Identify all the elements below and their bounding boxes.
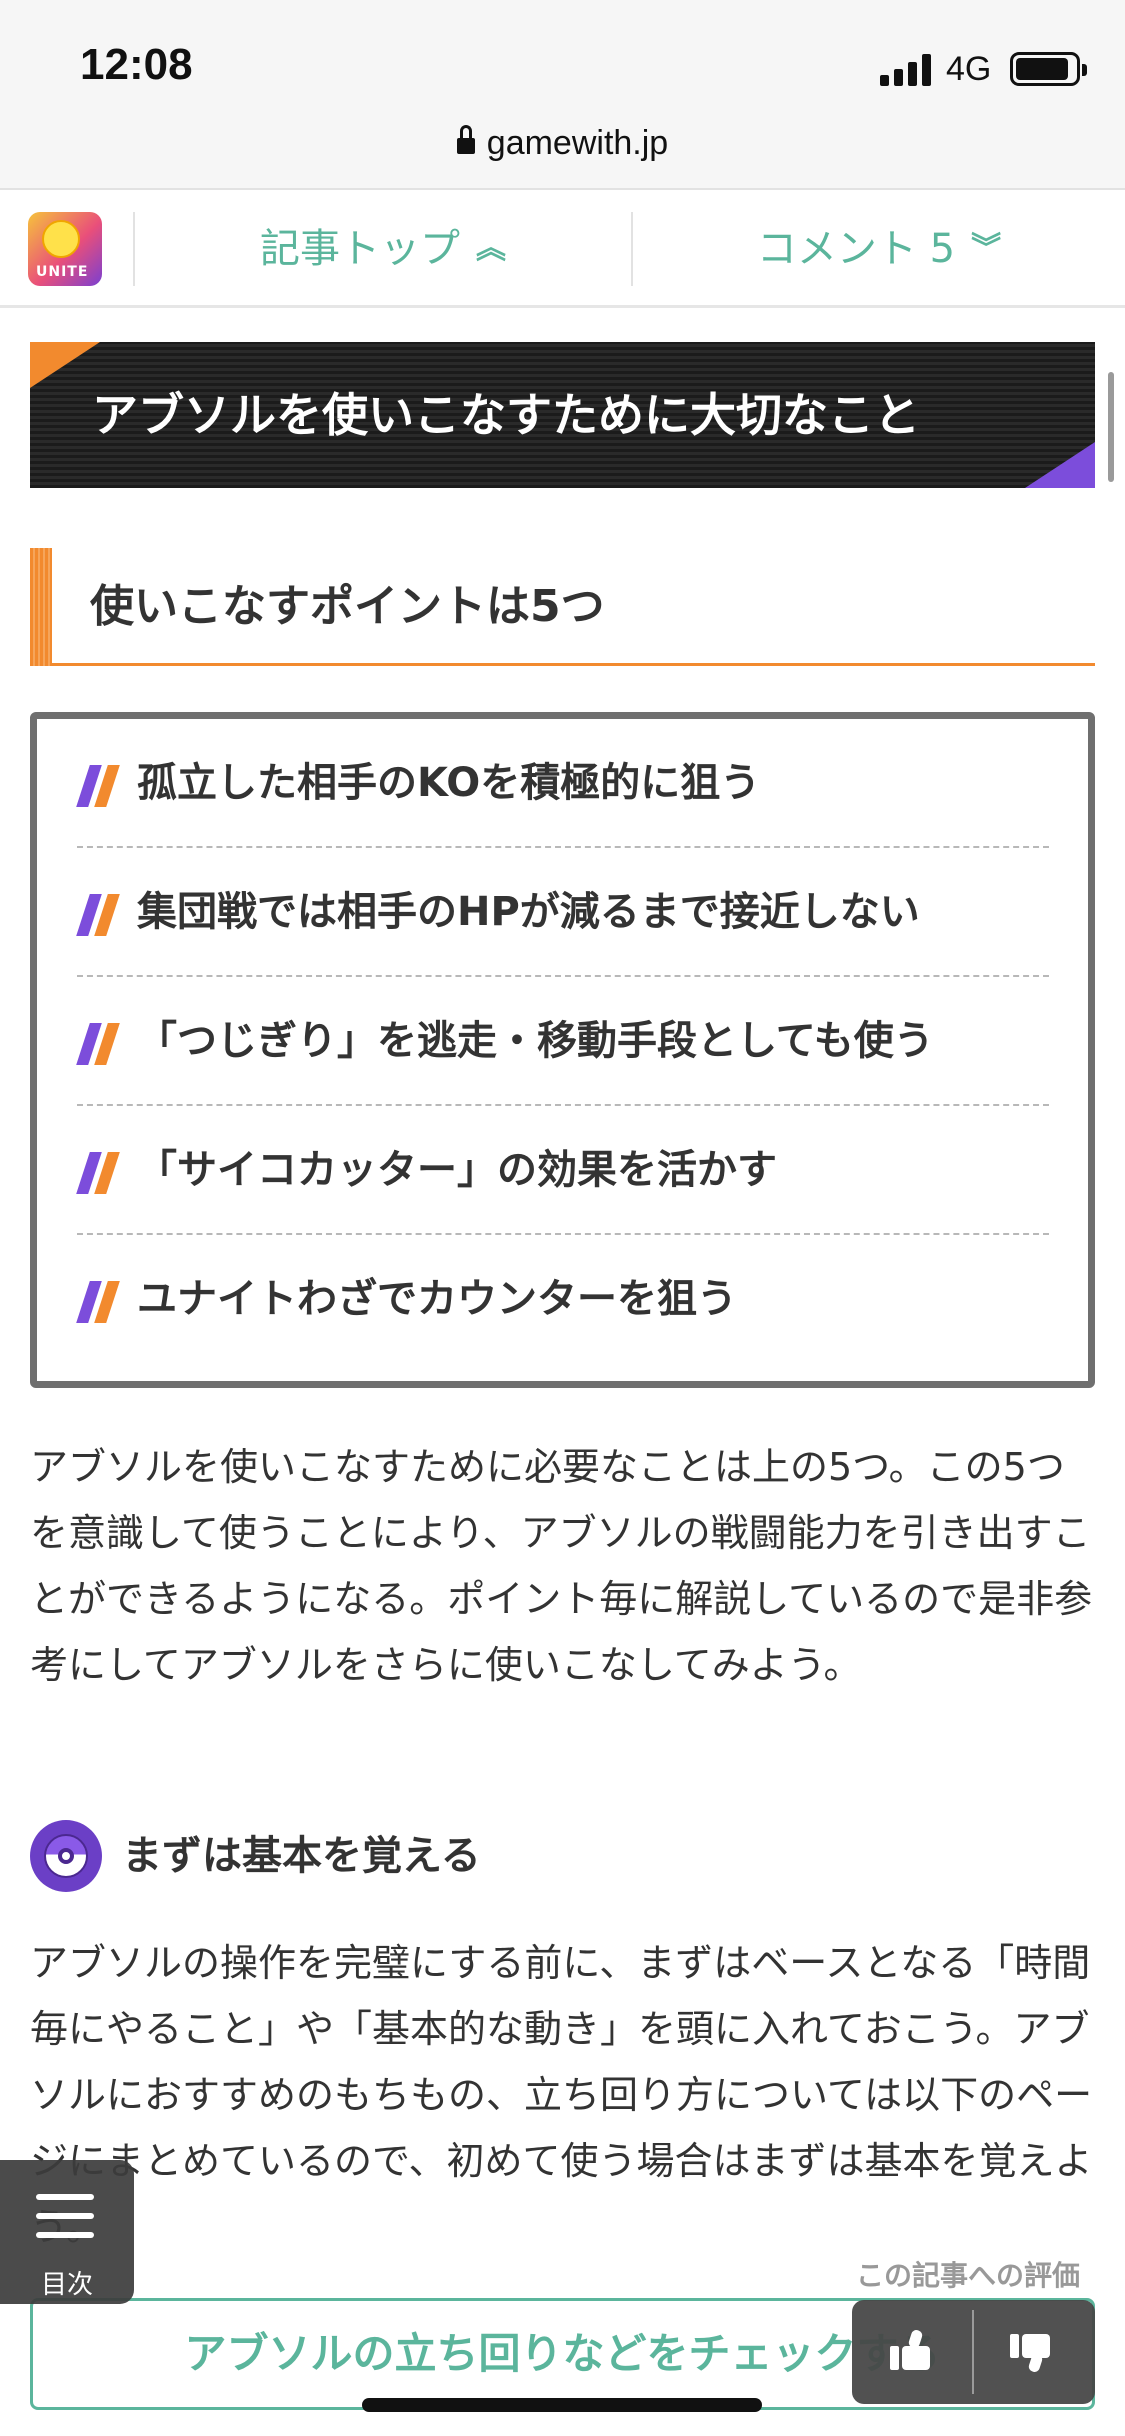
point-item[interactable]: 「サイコカッター」の効果を活かす (76, 1106, 1049, 1235)
cellular-signal-icon (880, 54, 934, 86)
article-nav-bar: UNITE 記事トップ ︽ コメント 5 ︾ (0, 190, 1125, 308)
article-top-label: 記事トップ (260, 226, 460, 272)
banner-corner-accent (30, 342, 100, 388)
url-text: gamewith.jp (486, 124, 669, 162)
subheading: 使いこなすポイントは5つ (30, 548, 1095, 666)
point-item-label: 「サイコカッター」の効果を活かす (137, 1147, 777, 1193)
poke-ball-icon (30, 1820, 102, 1892)
app-icon-text: UNITE (36, 264, 89, 280)
rating-divider (972, 2310, 974, 2394)
section-heading-banner: アブソルを使いこなすために大切なこと (30, 342, 1095, 488)
comments-link[interactable]: コメント 5 ︾ (633, 190, 1125, 308)
rating-label: この記事への評価 (856, 2259, 1081, 2292)
subheading-accent-bar (30, 548, 52, 666)
rating-controls (852, 2300, 1095, 2404)
thumbs-up-icon[interactable] (890, 2328, 934, 2374)
banner-corner-accent (1025, 442, 1095, 488)
section-paragraph: アブソルの操作を完璧にする前に、まずはベースとなる「時間毎にやること」や「基本的… (30, 1941, 1093, 2249)
subheading-title: 使いこなすポイントは5つ (90, 581, 605, 632)
chevron-double-up-icon: ︽ (476, 231, 506, 266)
point-item-label: ユナイトわざでカウンターを狙う (137, 1276, 737, 1322)
network-type: 4G (946, 50, 992, 88)
toc-label: 目次 (40, 2270, 93, 2300)
status-time: 12:08 (80, 40, 193, 89)
point-marker-icon (76, 894, 121, 936)
browser-address-bar[interactable]: gamewith.jp (0, 118, 1125, 190)
point-item-label: 「つじぎり」を逃走・移動手段としても使う (137, 1018, 934, 1064)
points-list: 孤立した相手のKOを積極的に狙う 集団戦では相手のHPが減るまで接近しない 「つ… (30, 712, 1095, 1388)
chevron-double-down-icon: ︾ (971, 231, 1002, 266)
point-marker-icon (76, 1152, 121, 1194)
point-item[interactable]: ユナイトわざでカウンターを狙う (76, 1235, 1049, 1364)
comments-label: コメント 5 (756, 226, 956, 272)
point-item-label: 集団戦では相手のHPが減るまで接近しない (137, 889, 920, 935)
page-scrollbar[interactable] (1108, 372, 1114, 482)
section-title: まずは基本を覚える (122, 1833, 481, 1879)
point-marker-icon (76, 1023, 121, 1065)
point-item[interactable]: 孤立した相手のKOを積極的に狙う (76, 719, 1049, 848)
point-item-label: 孤立した相手のKOを積極的に狙う (137, 760, 761, 806)
menu-icon (36, 2194, 94, 2238)
section-heading: アブソルを使いこなすために大切なこと (92, 388, 920, 442)
point-marker-icon (76, 765, 121, 807)
pokemon-unite-icon[interactable]: UNITE (28, 212, 102, 286)
battery-icon (1010, 52, 1087, 86)
status-bar: 12:08 4G (0, 0, 1125, 118)
intro-paragraph: アブソルを使いこなすために必要なことは上の5つ。この5つを意識して使うことにより… (30, 1445, 1093, 1687)
home-indicator[interactable] (362, 2398, 762, 2412)
lock-icon (456, 125, 475, 156)
point-marker-icon (76, 1281, 121, 1323)
point-item[interactable]: 集団戦では相手のHPが減るまで接近しない (76, 848, 1049, 977)
article-top-link[interactable]: 記事トップ ︽ (135, 190, 631, 308)
thumbs-down-icon[interactable] (1010, 2330, 1054, 2374)
toc-button[interactable]: 目次 (0, 2160, 134, 2304)
point-item[interactable]: 「つじぎり」を逃走・移動手段としても使う (76, 977, 1049, 1106)
